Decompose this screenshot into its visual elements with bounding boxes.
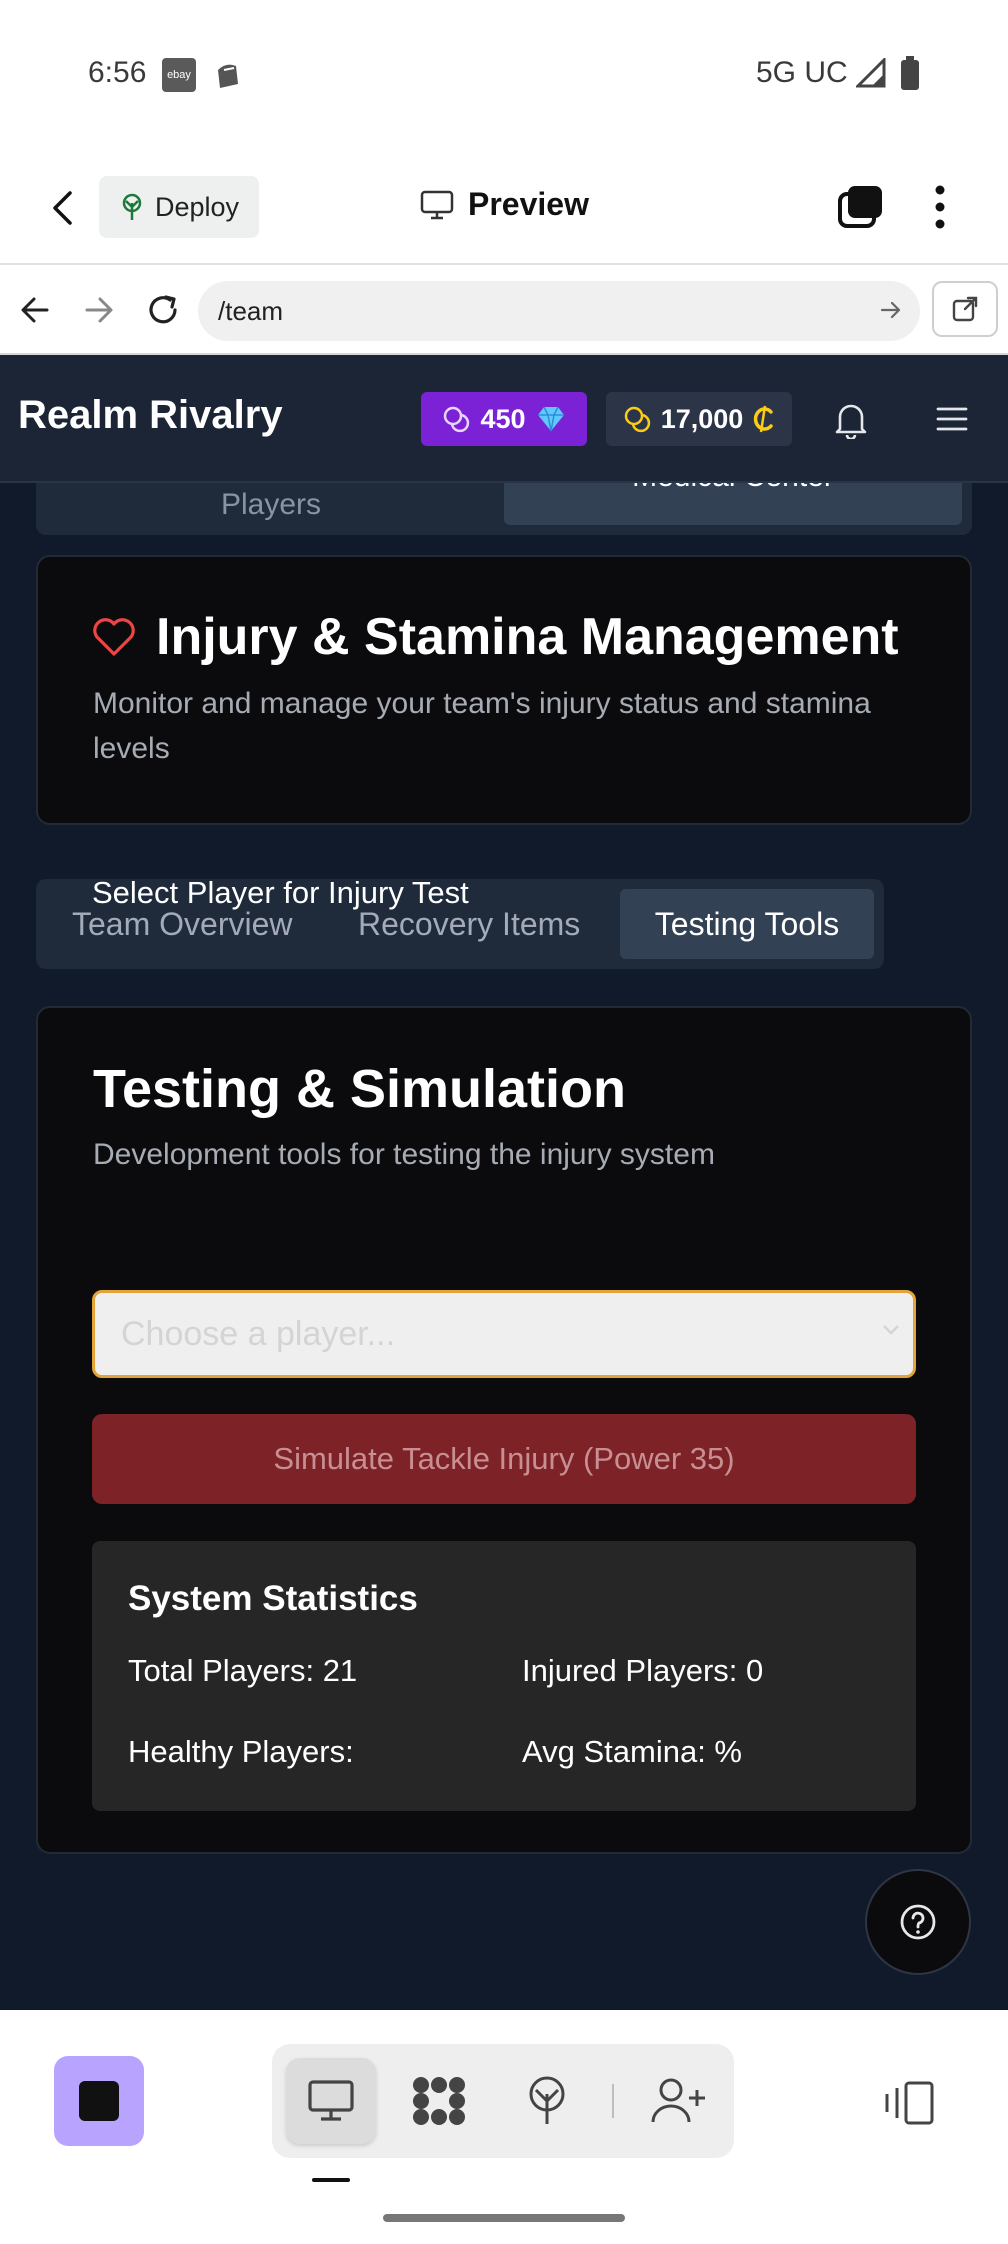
preview-view-button[interactable] bbox=[286, 2058, 376, 2144]
browser-back-icon[interactable] bbox=[20, 295, 50, 325]
deploy-view-button[interactable] bbox=[502, 2058, 592, 2144]
tab-recovery-items-label: Recovery Items bbox=[358, 906, 581, 942]
help-icon bbox=[900, 1904, 936, 1940]
tabs-switcher-icon[interactable] bbox=[836, 184, 886, 230]
credit-currency-icon bbox=[754, 405, 774, 433]
stat-injured-players: Injured Players: 0 bbox=[522, 1653, 764, 1688]
deploy-icon bbox=[122, 193, 142, 220]
stat-total-players: Total Players: 21 bbox=[128, 1653, 358, 1688]
view-tools bbox=[272, 2044, 734, 2158]
tab-team-overview-label: Team Overview bbox=[72, 906, 293, 942]
testing-card-title: Testing & Simulation bbox=[93, 1059, 627, 1119]
add-user-icon bbox=[651, 2078, 705, 2123]
tab-testing-tools-label: Testing Tools bbox=[654, 906, 840, 942]
gem-icon bbox=[537, 406, 564, 432]
stats-title: System Statistics bbox=[128, 1579, 418, 1618]
agent-view-button[interactable] bbox=[394, 2058, 484, 2144]
chevron-down-icon bbox=[881, 1323, 901, 1337]
status-bar: 6:56 ebay 5G UC bbox=[0, 0, 1008, 150]
simulate-injury-button[interactable]: Simulate Tackle Injury (Power 35) bbox=[92, 1414, 916, 1504]
player-select[interactable]: Choose a player... bbox=[92, 1290, 916, 1378]
battery-icon bbox=[900, 56, 920, 90]
gems-badge[interactable]: 450 bbox=[421, 392, 587, 446]
app-toolbar: Deploy Preview bbox=[0, 150, 1008, 265]
injury-management-card: Injury & Stamina Management Monitor and … bbox=[36, 555, 972, 825]
coins-icon bbox=[444, 406, 470, 433]
signal-icon bbox=[856, 58, 886, 88]
browser-forward-icon[interactable] bbox=[84, 295, 114, 325]
invite-user-button[interactable] bbox=[634, 2058, 724, 2144]
open-external-icon bbox=[952, 296, 978, 322]
agent-icon bbox=[413, 2077, 465, 2125]
select-player-label: Select Player for Injury Test bbox=[92, 875, 469, 910]
testing-card-description: Development tools for testing the injury… bbox=[93, 1138, 715, 1171]
ebay-notification-icon: ebay bbox=[162, 58, 196, 92]
hamburger-menu-icon[interactable] bbox=[936, 405, 968, 433]
gems-value: 450 bbox=[480, 403, 526, 434]
app-header: Realm Rivalry 450 17,000 bbox=[0, 355, 1008, 483]
home-indicator bbox=[383, 2214, 625, 2222]
url-input[interactable]: /team bbox=[198, 281, 920, 341]
monitor-icon bbox=[420, 190, 454, 219]
more-options-icon[interactable] bbox=[934, 184, 946, 230]
back-icon[interactable] bbox=[50, 190, 76, 226]
tab-testing-tools[interactable]: Testing Tools bbox=[620, 889, 874, 959]
network-label: 5G UC bbox=[756, 56, 848, 89]
preview-label: Preview bbox=[468, 186, 589, 222]
stop-icon bbox=[79, 2081, 119, 2121]
coins-icon bbox=[624, 406, 650, 433]
browser-url-bar: /team bbox=[0, 267, 1008, 355]
brand-title[interactable]: Realm Rivalry bbox=[18, 393, 283, 438]
monitor-icon bbox=[308, 2080, 354, 2121]
status-time: 6:56 bbox=[88, 56, 147, 89]
device-frame-icon[interactable] bbox=[882, 2080, 936, 2126]
tools-divider bbox=[612, 2084, 614, 2118]
injury-card-description: Monitor and manage your team's injury st… bbox=[93, 687, 871, 765]
preview-toggle[interactable]: Preview bbox=[420, 186, 589, 223]
app-notification-icon bbox=[214, 60, 242, 90]
injury-card-title: Injury & Stamina Management bbox=[156, 608, 899, 666]
stat-healthy-players: Healthy Players: bbox=[128, 1734, 354, 1769]
go-arrow-icon[interactable] bbox=[880, 299, 902, 321]
help-button[interactable] bbox=[865, 1869, 971, 1975]
notifications-bell-icon[interactable] bbox=[834, 401, 868, 439]
system-statistics-panel: System Statistics Total Players: 21 Inju… bbox=[92, 1541, 916, 1811]
url-text: /team bbox=[218, 296, 284, 326]
stop-button[interactable] bbox=[54, 2056, 144, 2146]
tab-players-label: Players bbox=[220, 488, 322, 521]
active-tool-indicator bbox=[312, 2178, 350, 2182]
stat-avg-stamina: Avg Stamina: % bbox=[522, 1734, 742, 1769]
tab-players[interactable]: Players bbox=[36, 483, 506, 543]
open-external-button[interactable] bbox=[932, 281, 998, 337]
deploy-label: Deploy bbox=[155, 191, 240, 222]
bottom-toolbar bbox=[0, 2010, 1008, 2244]
deploy-icon bbox=[529, 2076, 565, 2124]
credits-badge[interactable]: 17,000 bbox=[606, 392, 792, 446]
player-select-placeholder: Choose a player... bbox=[121, 1315, 396, 1353]
heart-icon bbox=[92, 617, 136, 657]
deploy-button[interactable]: Deploy bbox=[99, 176, 259, 238]
reload-icon[interactable] bbox=[146, 293, 180, 327]
credits-value: 17,000 bbox=[660, 403, 744, 434]
web-app-viewport: Players Medical Center Realm Rivalry 450… bbox=[0, 355, 1008, 2010]
